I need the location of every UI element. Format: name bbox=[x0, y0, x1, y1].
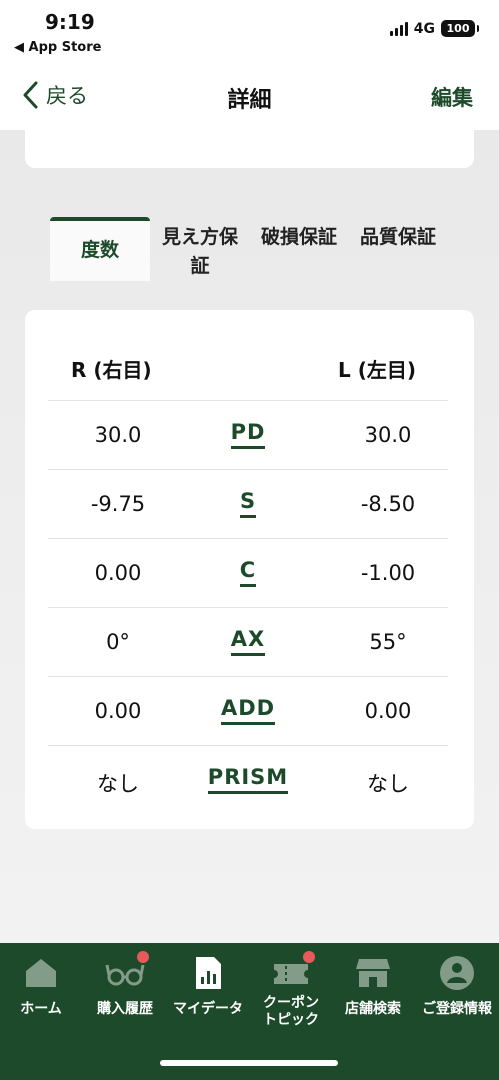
table-row: 0° AX 55° bbox=[48, 607, 448, 676]
summary-card bbox=[25, 130, 474, 168]
tabbar-item-store-search[interactable]: 店舗検索 bbox=[328, 953, 418, 1018]
network-type: 4G bbox=[413, 20, 435, 37]
table-row: 0.00 C -1.00 bbox=[48, 538, 448, 607]
left-value: なし bbox=[367, 772, 409, 796]
battery-level: 100 bbox=[446, 22, 470, 35]
edit-button[interactable]: 編集 bbox=[431, 82, 473, 112]
right-value: -9.75 bbox=[90, 492, 146, 516]
tab-prescription[interactable]: 度数 bbox=[50, 217, 150, 281]
back-to-app-store-link[interactable]: ◀ App Store bbox=[14, 40, 101, 55]
right-value: なし bbox=[97, 772, 139, 796]
status-bar: 9:19 ◀ App Store 4G 100 bbox=[0, 0, 499, 64]
battery-icon: 100 bbox=[441, 20, 479, 37]
left-value: -1.00 bbox=[360, 561, 416, 585]
tab-vision-guarantee[interactable]: 見え方保証 bbox=[154, 217, 246, 281]
detail-tabs: 度数 見え方保証 破損保証 品質保証 bbox=[50, 217, 450, 297]
signal-icon bbox=[389, 21, 408, 36]
notification-badge bbox=[137, 951, 149, 963]
tabbar-label: 購入履歴 bbox=[97, 1001, 153, 1017]
tabbar-item-home[interactable]: ホーム bbox=[0, 953, 86, 1018]
bottom-tab-bar: ホーム 購入履歴 マイデータ クーポン トピック 店舗検索 ご登録情報 bbox=[0, 943, 499, 1080]
left-value: -8.50 bbox=[360, 492, 416, 516]
prism-label-link[interactable]: PRISM bbox=[207, 765, 289, 794]
detail-content: 度数 見え方保証 破損保証 品質保証 R (右目) L (左目) 30.0 PD… bbox=[0, 130, 499, 943]
sphere-label-link[interactable]: S bbox=[239, 489, 257, 518]
store-icon bbox=[356, 959, 390, 987]
chart-document-icon bbox=[196, 957, 221, 989]
tabbar-item-my-data[interactable]: マイデータ bbox=[163, 953, 253, 1018]
tabbar-item-purchase-history[interactable]: 購入履歴 bbox=[80, 951, 170, 1018]
navigation-bar: 戻る 詳細 編集 bbox=[0, 64, 499, 130]
page-title: 詳細 bbox=[227, 88, 272, 113]
pd-label-link[interactable]: PD bbox=[230, 420, 266, 449]
left-value: 55° bbox=[369, 630, 407, 654]
prescription-table: R (右目) L (左目) 30.0 PD 30.0 -9.75 S -8.50… bbox=[25, 310, 474, 829]
status-time: 9:19 bbox=[45, 10, 95, 34]
table-row: 0.00 ADD 0.00 bbox=[48, 676, 448, 745]
table-row: 30.0 PD 30.0 bbox=[48, 400, 448, 469]
tabbar-label: クーポン トピック bbox=[263, 995, 319, 1028]
cylinder-label-link[interactable]: C bbox=[239, 558, 257, 587]
right-value: 0.00 bbox=[94, 561, 142, 585]
table-header: R (右目) L (左目) bbox=[25, 310, 474, 400]
right-value: 30.0 bbox=[94, 423, 142, 447]
right-value: 0° bbox=[106, 630, 130, 654]
right-value: 0.00 bbox=[94, 699, 142, 723]
left-value: 0.00 bbox=[364, 699, 412, 723]
home-indicator bbox=[160, 1060, 338, 1066]
tabbar-item-registration-info[interactable]: ご登録情報 bbox=[412, 953, 499, 1018]
axis-label-link[interactable]: AX bbox=[230, 627, 266, 656]
table-row: なし PRISM なし bbox=[48, 745, 448, 814]
profile-icon bbox=[440, 956, 474, 990]
tabbar-label: ホーム bbox=[20, 1001, 62, 1017]
tabbar-label: ご登録情報 bbox=[422, 1001, 492, 1017]
status-indicators: 4G 100 bbox=[389, 20, 479, 37]
tabbar-label: マイデータ bbox=[173, 1001, 243, 1017]
notification-badge bbox=[303, 951, 315, 963]
left-value: 30.0 bbox=[364, 423, 412, 447]
tabbar-label: 店舗検索 bbox=[345, 1001, 401, 1017]
tab-damage-guarantee[interactable]: 破損保証 bbox=[254, 217, 344, 281]
table-row: -9.75 S -8.50 bbox=[48, 469, 448, 538]
add-label-link[interactable]: ADD bbox=[220, 696, 276, 725]
header-right-eye: R (右目) bbox=[71, 358, 152, 382]
header-left-eye: L (左目) bbox=[338, 358, 416, 382]
home-icon bbox=[26, 959, 56, 987]
tabbar-item-coupon-topic[interactable]: クーポン トピック bbox=[246, 951, 336, 1029]
tab-quality-guarantee[interactable]: 品質保証 bbox=[352, 217, 444, 281]
